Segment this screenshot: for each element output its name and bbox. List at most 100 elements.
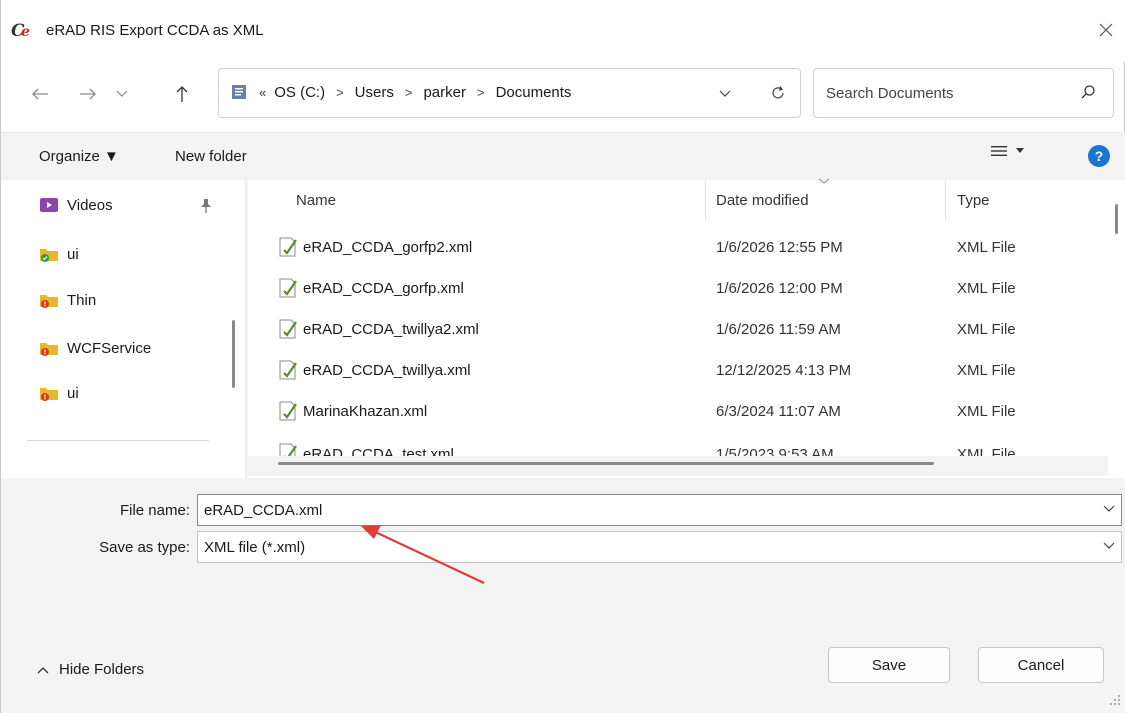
file-type: XML File — [957, 403, 1016, 420]
sidebar-item-label: ui — [67, 245, 79, 263]
sidebar-item-videos[interactable]: Videos — [39, 192, 113, 218]
sidebar-item-ui[interactable]: ui — [39, 241, 79, 267]
file-date: 12/12/2025 4:13 PM — [716, 362, 852, 379]
breadcrumb-item[interactable]: Users — [355, 84, 394, 101]
videos-folder-icon — [40, 198, 58, 212]
folder-warning-icon — [40, 295, 58, 308]
address-bar[interactable]: « OS (C:) > Users > parker > Documents — [218, 68, 801, 118]
close-button[interactable] — [1091, 14, 1121, 46]
file-name: eRAD_CCDA_gorfp.xml — [303, 280, 464, 297]
chevron-right-icon[interactable]: > — [336, 85, 344, 100]
hide-folders-button[interactable]: Hide Folders — [37, 661, 144, 678]
xml-file-icon — [279, 401, 297, 421]
column-divider[interactable] — [705, 180, 706, 220]
hide-folders-label: Hide Folders — [59, 661, 145, 678]
column-header-date-modified[interactable]: Date modified — [716, 192, 809, 209]
forward-button[interactable] — [71, 80, 105, 108]
xml-file-icon — [279, 319, 297, 339]
sort-chevron-icon — [818, 178, 830, 184]
organize-button[interactable]: Organize ▼ — [39, 148, 119, 165]
sidebar-item-wcfservice[interactable]: WCFService — [39, 335, 151, 361]
navigation-scrollbar[interactable] — [232, 320, 235, 388]
file-name: MarinaKhazan.xml — [303, 403, 428, 420]
resize-grip-icon[interactable] — [1109, 694, 1121, 706]
new-folder-button[interactable]: New folder — [175, 148, 247, 165]
chevron-right-icon[interactable]: > — [477, 85, 485, 100]
up-button[interactable] — [165, 80, 199, 108]
command-bar: Organize ▼ New folder ? — [1, 132, 1125, 180]
sidebar-item-label: Thin — [67, 291, 97, 309]
file-date: 1/6/2026 12:00 PM — [716, 280, 843, 297]
save-as-type-label: Save as type: — [99, 539, 190, 556]
file-name: eRAD_CCDA_twillya.xml — [303, 362, 471, 379]
breadcrumb-overflow[interactable]: « — [259, 85, 266, 100]
chevron-down-icon[interactable] — [1103, 542, 1115, 550]
file-name: eRAD_CCDA_twillya2.xml — [303, 321, 479, 338]
file-row[interactable]: eRAD_CCDA_twillya2.xml 1/6/2026 11:59 AM… — [248, 310, 1108, 350]
save-form: File name: Save as type: XML file (*.xml… — [1, 478, 1125, 713]
svg-text:e: e — [21, 24, 30, 39]
folder-warning-icon — [40, 343, 58, 356]
recent-locations-button[interactable] — [105, 80, 139, 108]
file-row[interactable]: eRAD_CCDA_gorfp.xml 1/6/2026 12:00 PM XM… — [248, 269, 1108, 309]
file-name: eRAD_CCDA_test.xml — [303, 446, 454, 456]
view-options-button[interactable] — [991, 145, 1025, 157]
cancel-button[interactable]: Cancel — [978, 647, 1104, 683]
file-date: 1/5/2023 9:53 AM — [716, 446, 834, 456]
horizontal-scrollbar[interactable] — [248, 456, 1108, 476]
caret-down-icon — [1016, 148, 1024, 153]
horizontal-scrollbar-thumb[interactable] — [278, 462, 934, 465]
breadcrumb-item[interactable]: OS (C:) — [274, 84, 325, 101]
documents-icon — [232, 85, 246, 99]
browser-area: Videos ui Thin WCFService ui Name Date m… — [1, 178, 1125, 478]
refresh-icon — [772, 86, 784, 99]
breadcrumb-item[interactable]: parker — [423, 84, 466, 101]
save-button[interactable]: Save — [828, 647, 950, 683]
file-type: XML File — [957, 239, 1016, 256]
help-button[interactable]: ? — [1088, 145, 1110, 167]
file-type: XML File — [957, 321, 1016, 338]
vertical-scrollbar[interactable] — [1115, 204, 1118, 234]
breadcrumb-item[interactable]: Documents — [496, 84, 572, 101]
file-row[interactable]: eRAD_CCDA_twillya.xml 12/12/2025 4:13 PM… — [248, 351, 1108, 391]
column-divider[interactable] — [945, 180, 946, 220]
search-icon[interactable] — [1080, 84, 1096, 100]
file-row[interactable]: MarinaKhazan.xml 6/3/2024 11:07 AM XML F… — [248, 392, 1108, 432]
save-as-type-select[interactable]: XML file (*.xml) — [197, 531, 1122, 563]
xml-file-icon — [279, 443, 297, 456]
file-date: 1/6/2026 12:55 PM — [716, 239, 843, 256]
arrow-left-icon — [32, 88, 48, 100]
file-name-input[interactable] — [204, 499, 1084, 521]
file-name-label: File name: — [119, 502, 190, 519]
sidebar-item-label: ui — [67, 384, 79, 402]
help-icon: ? — [1094, 148, 1104, 164]
file-row[interactable]: eRAD_CCDA_test.xml 1/5/2023 9:53 AM XML … — [248, 438, 1108, 456]
column-header-name[interactable]: Name — [296, 192, 336, 209]
chevron-down-icon — [116, 90, 128, 97]
navigation-pane[interactable]: Videos ui Thin WCFService ui — [1, 180, 246, 478]
chevron-down-icon[interactable] — [719, 83, 731, 101]
column-header-type[interactable]: Type — [957, 192, 990, 209]
back-button[interactable] — [23, 80, 57, 108]
arrow-up-icon — [176, 86, 188, 102]
sidebar-item-thin[interactable]: Thin — [39, 287, 96, 313]
file-row[interactable]: eRAD_CCDA_gorfp2.xml 1/6/2026 12:55 PM X… — [248, 228, 1108, 268]
refresh-button[interactable] — [765, 79, 791, 107]
file-name-field[interactable] — [197, 494, 1122, 526]
pin-icon[interactable] — [199, 198, 213, 214]
xml-file-icon — [279, 360, 297, 380]
file-name: eRAD_CCDA_gorfp2.xml — [303, 239, 473, 256]
folder-synced-icon — [40, 249, 58, 262]
search-box[interactable] — [813, 68, 1114, 118]
file-type: XML File — [957, 446, 1016, 456]
chevron-down-icon[interactable] — [1103, 505, 1115, 513]
window-title: eRAD RIS Export CCDA as XML — [46, 22, 264, 39]
sidebar-item-ui[interactable]: ui — [39, 380, 79, 406]
chevron-right-icon[interactable]: > — [405, 85, 413, 100]
close-icon — [1099, 23, 1113, 37]
search-input[interactable] — [826, 79, 1066, 107]
file-date: 1/6/2026 11:59 AM — [716, 321, 841, 338]
file-list[interactable]: Name Date modified Type eRAD_CCDA_gorfp2… — [248, 178, 1125, 478]
navigation-bar: « OS (C:) > Users > parker > Documents — [1, 62, 1125, 126]
save-as-type-value: XML file (*.xml) — [204, 539, 306, 556]
